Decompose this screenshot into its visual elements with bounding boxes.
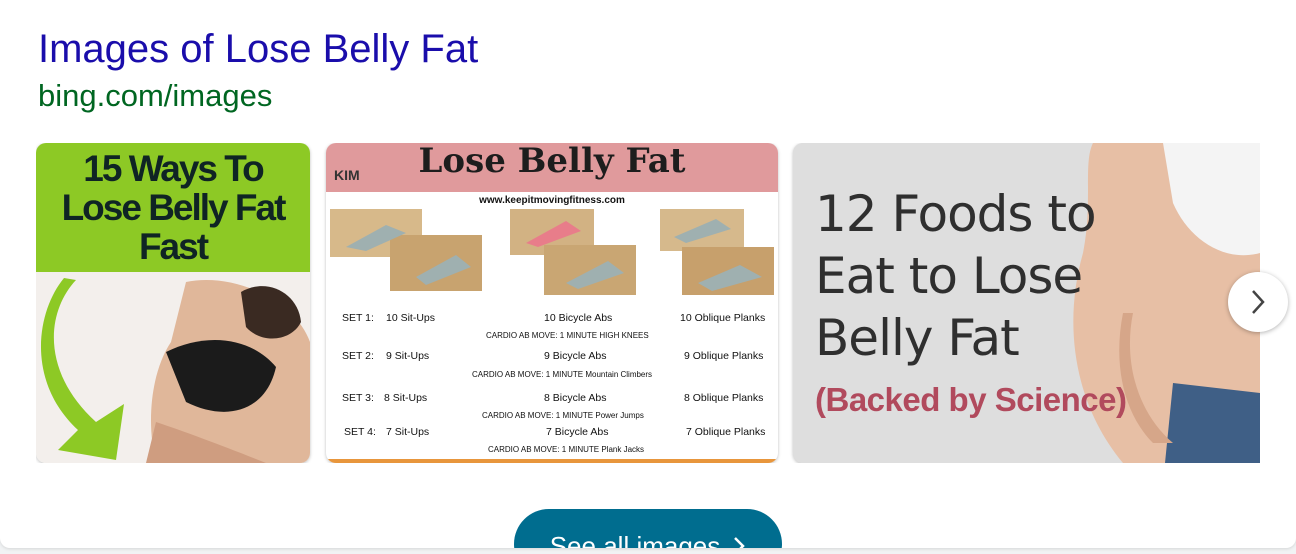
- set3-cardio: CARDIO AB MOVE: 1 MINUTE Power Jumps: [482, 411, 644, 420]
- thumb1-caption: 15 Ways To Lose Belly Fat Fast: [36, 149, 310, 266]
- result-title-link[interactable]: Images of Lose Belly Fat: [38, 26, 478, 72]
- thumb2-bottom-border: [326, 459, 778, 463]
- set3-bicycle: 8 Bicycle Abs: [544, 392, 607, 404]
- thumb2-site: www.keepitmovingfitness.com: [479, 195, 625, 206]
- thumb3-line-1: 12 Foods to: [815, 185, 1097, 243]
- set1-bicycle: 10 Bicycle Abs: [544, 312, 613, 324]
- set1-label: SET 1:: [342, 312, 374, 324]
- see-all-label: See all images: [549, 531, 721, 548]
- thumb3-line-3: Belly Fat: [815, 309, 1020, 367]
- thumb1-line-3: Fast: [138, 226, 209, 267]
- set1-planks: 10 Oblique Planks: [680, 312, 766, 324]
- thumb2-heading: Lose Belly Fat: [418, 143, 686, 181]
- image-thumbnail-2[interactable]: Lose Belly Fat KIM www.keepitmovingfitne…: [326, 143, 778, 463]
- set2-cardio: CARDIO AB MOVE: 1 MINUTE Mountain Climbe…: [472, 370, 653, 379]
- image-carousel: 15 Ways To Lose Belly Fat Fast Lose Bell…: [36, 143, 1260, 463]
- set1-situps: 10 Sit-Ups: [386, 312, 436, 324]
- image-thumbnail-3[interactable]: 12 Foods to Eat to Lose Belly Fat (Backe…: [793, 143, 1260, 463]
- set2-situps: 9 Sit-Ups: [386, 350, 430, 362]
- thumb2-exercise-photos: [330, 209, 774, 295]
- thumb3-caption: 12 Foods to Eat to Lose Belly Fat: [815, 183, 1097, 369]
- see-all-images-button[interactable]: See all images: [514, 509, 782, 548]
- set2-bicycle: 9 Bicycle Abs: [544, 350, 607, 362]
- set2-planks: 9 Oblique Planks: [684, 350, 764, 362]
- set4-label: SET 4:: [344, 426, 376, 438]
- thumb1-line-1: 15 Ways To: [83, 148, 264, 189]
- chevron-right-icon: [1252, 290, 1265, 314]
- thumb3-line-2: Eat to Lose: [815, 247, 1083, 305]
- set4-planks: 7 Oblique Planks: [686, 426, 766, 438]
- carousel-next-button[interactable]: [1228, 272, 1288, 332]
- set3-planks: 8 Oblique Planks: [684, 392, 764, 404]
- set4-situps: 7 Sit-Ups: [386, 426, 430, 438]
- chevron-right-icon: [734, 537, 746, 548]
- set1-cardio: CARDIO AB MOVE: 1 MINUTE HIGH KNEES: [486, 331, 649, 340]
- thumb3-subtitle: (Backed by Science): [815, 381, 1127, 418]
- image-thumbnail-1[interactable]: 15 Ways To Lose Belly Fat Fast: [36, 143, 310, 463]
- set3-label: SET 3:: [342, 392, 374, 404]
- set3-situps: 8 Sit-Ups: [384, 392, 428, 404]
- thumb1-photo: [36, 272, 310, 463]
- result-url: bing.com/images: [38, 78, 273, 113]
- set4-cardio: CARDIO AB MOVE: 1 MINUTE Plank Jacks: [488, 445, 645, 454]
- set4-bicycle: 7 Bicycle Abs: [546, 426, 609, 438]
- image-answer-card: Images of Lose Belly Fat bing.com/images…: [0, 0, 1296, 548]
- thumb2-logo: KIM: [334, 167, 360, 183]
- thumb1-line-2: Lose Belly Fat: [61, 187, 287, 228]
- set2-label: SET 2:: [342, 350, 374, 362]
